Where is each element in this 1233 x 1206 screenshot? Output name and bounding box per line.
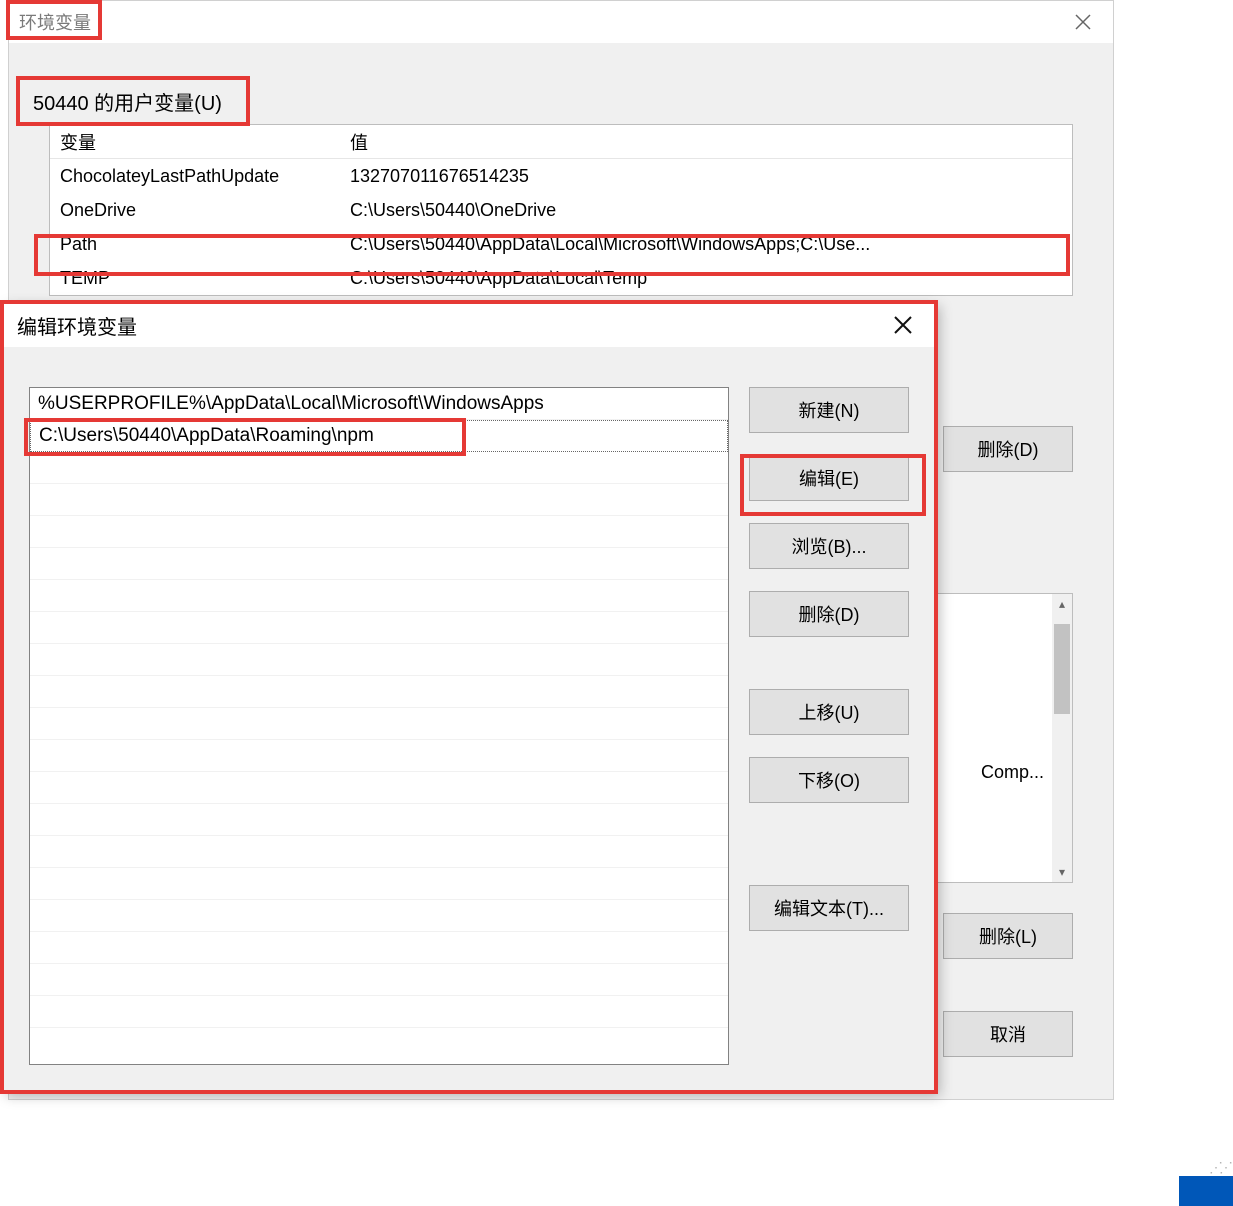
list-item[interactable] [30,708,728,740]
delete-user-var-button[interactable]: 删除(D) [943,426,1073,472]
col-header-variable: 变量 [50,129,340,155]
list-item[interactable] [30,932,728,964]
cancel-button[interactable]: 取消 [943,1011,1073,1057]
list-item[interactable] [30,836,728,868]
edit-dialog-title: 编辑环境变量 [17,311,883,340]
edit-dialog-button-column: 新建(N) 编辑(E) 浏览(B)... 删除(D) 上移(U) 下移(O) 编… [749,387,909,1065]
move-up-button[interactable]: 上移(U) [749,689,909,735]
delete-sys-var-button[interactable]: 删除(L) [943,913,1073,959]
list-item[interactable] [30,580,728,612]
scrollbar[interactable]: ▴ ▾ [1052,594,1072,882]
list-item[interactable] [30,900,728,932]
table-row[interactable]: TEMP C:\Users\50440\AppData\Local\Temp [50,261,1072,295]
close-icon[interactable] [883,305,923,345]
scroll-thumb[interactable] [1054,624,1070,714]
user-vars-section-label: 50440 的用户变量(U) [33,87,1113,116]
delete-button[interactable]: 删除(D) [749,591,909,637]
list-item[interactable] [30,548,728,580]
scroll-up-icon[interactable]: ▴ [1052,594,1072,614]
move-down-button[interactable]: 下移(O) [749,757,909,803]
list-item[interactable] [30,772,728,804]
table-row[interactable]: ChocolateyLastPathUpdate 132707011676514… [50,159,1072,193]
accent-bar [1179,1176,1233,1206]
new-button[interactable]: 新建(N) [749,387,909,433]
edit-env-var-dialog: 编辑环境变量 %USERPROFILE%\AppData\Local\Micro… [2,302,936,1092]
list-item[interactable] [30,484,728,516]
path-listbox[interactable]: %USERPROFILE%\AppData\Local\Microsoft\Wi… [29,387,729,1065]
edit-titlebar: 编辑环境变量 [3,303,935,347]
list-item[interactable]: %USERPROFILE%\AppData\Local\Microsoft\Wi… [30,388,728,420]
list-item[interactable] [30,452,728,484]
edit-text-button[interactable]: 编辑文本(T)... [749,885,909,931]
list-item[interactable] [30,676,728,708]
list-item[interactable] [30,516,728,548]
sys-row-fragment: Comp... [981,762,1044,783]
resize-grip-icon[interactable]: ⋰⋰ [1209,1159,1229,1176]
env-dialog-title: 环境变量 [19,9,1063,35]
list-item[interactable] [30,740,728,772]
user-vars-table[interactable]: 变量 值 ChocolateyLastPathUpdate 1327070116… [49,124,1073,296]
list-item[interactable] [30,644,728,676]
env-titlebar: 环境变量 [9,1,1113,43]
scroll-down-icon[interactable]: ▾ [1052,862,1072,882]
list-item[interactable] [30,612,728,644]
browse-button[interactable]: 浏览(B)... [749,523,909,569]
scroll-track[interactable] [1052,614,1072,862]
table-row[interactable]: OneDrive C:\Users\50440\OneDrive [50,193,1072,227]
edit-button[interactable]: 编辑(E) [749,455,909,501]
list-item[interactable] [30,804,728,836]
close-icon[interactable] [1063,2,1103,42]
list-item[interactable] [30,996,728,1028]
table-header: 变量 值 [50,125,1072,159]
list-item[interactable] [30,964,728,996]
list-item[interactable] [30,868,728,900]
table-row[interactable]: Path C:\Users\50440\AppData\Local\Micros… [50,227,1072,261]
list-item[interactable]: C:\Users\50440\AppData\Roaming\npm [30,420,728,452]
col-header-value: 值 [340,129,1072,155]
